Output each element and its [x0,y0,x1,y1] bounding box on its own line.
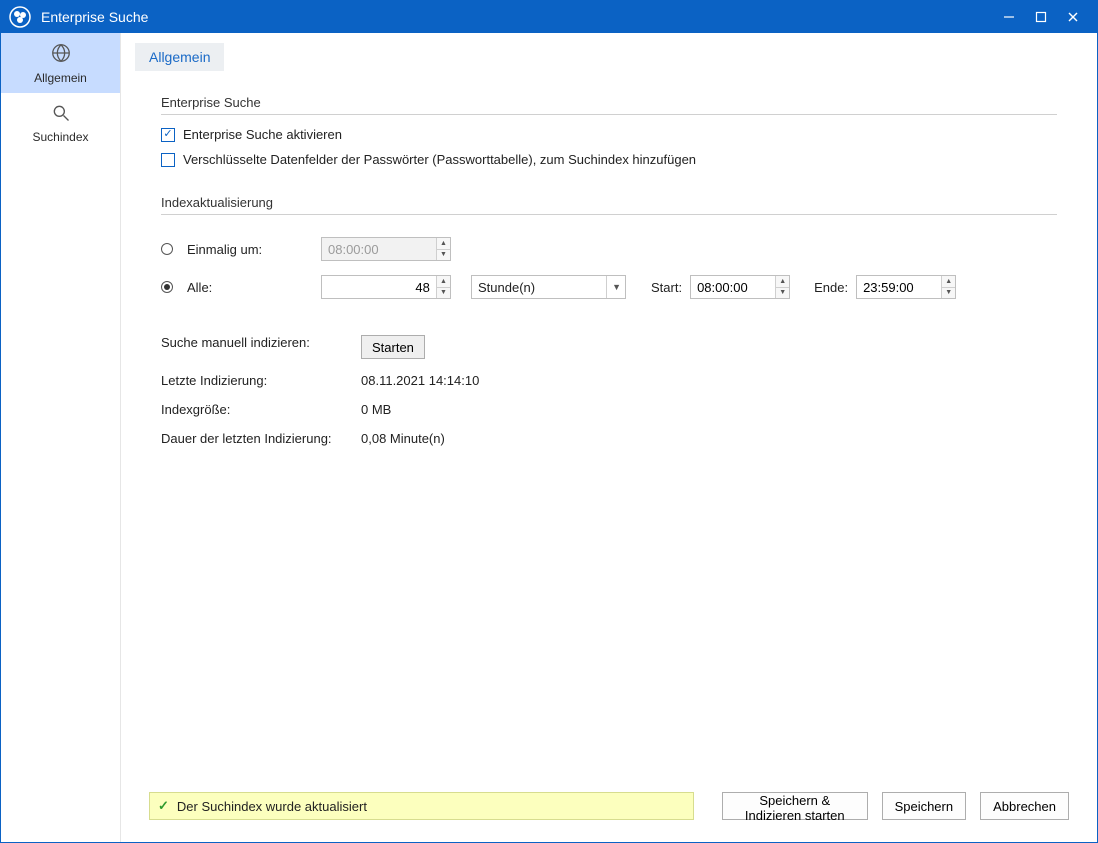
spinner-icon: ▲ ▼ [775,276,789,298]
globe-icon [50,42,72,67]
app-icon [9,6,31,28]
close-button[interactable] [1057,1,1089,33]
save-button[interactable]: Speichern [882,792,967,820]
maximize-button[interactable] [1025,1,1057,33]
tab-allgemein[interactable]: Allgemein [135,43,224,71]
sidebar: Allgemein Suchindex [1,33,121,842]
radio-einmalig-um[interactable] [161,243,173,255]
time-input-value[interactable] [857,276,941,298]
divider [161,114,1057,115]
spinner-icon: ▲ ▼ [941,276,955,298]
time-input-start[interactable]: ▲ ▼ [690,275,790,299]
checkbox-enterprise-suche-aktivieren[interactable] [161,128,175,142]
spin-down[interactable]: ▼ [942,288,955,299]
spin-down[interactable]: ▼ [437,250,450,261]
number-input-alle[interactable]: ▲ ▼ [321,275,451,299]
time-input-einmalig[interactable]: ▲ ▼ [321,237,451,261]
spin-up[interactable]: ▲ [437,276,450,288]
number-input-value[interactable] [322,276,436,298]
radio-alle[interactable] [161,281,173,293]
radio-label: Einmalig um: [187,242,262,257]
sidebar-item-suchindex[interactable]: Suchindex [1,93,120,153]
sidebar-item-label: Allgemein [34,71,87,85]
section-heading-enterprise-suche: Enterprise Suche [161,95,1057,110]
index-size-value: 0 MB [361,402,1057,417]
start-indexing-button[interactable]: Starten [361,335,425,359]
spinner-icon: ▲ ▼ [436,276,450,298]
title-bar: Enterprise Suche [1,1,1097,33]
time-input-value[interactable] [322,238,436,260]
checkbox-label: Enterprise Suche aktivieren [183,127,342,142]
select-value: Stunde(n) [478,280,606,295]
start-label: Start: [651,280,682,295]
spin-up[interactable]: ▲ [776,276,789,288]
index-duration-value: 0,08 Minute(n) [361,431,1057,446]
spin-down[interactable]: ▼ [437,288,450,299]
checkbox-label: Verschlüsselte Datenfelder der Passwörte… [183,152,696,167]
status-bar: ✓ Der Suchindex wurde aktualisiert [149,792,694,820]
cancel-button[interactable]: Abbrechen [980,792,1069,820]
section-heading-indexaktualisierung: Indexaktualisierung [161,195,1057,210]
last-index-value: 08.11.2021 14:14:10 [361,373,1057,388]
index-duration-label: Dauer der letzten Indizierung: [161,431,361,446]
spin-up[interactable]: ▲ [942,276,955,288]
status-message: Der Suchindex wurde aktualisiert [177,799,367,814]
check-icon: ✓ [158,798,169,814]
save-and-index-button[interactable]: Speichern & Indizieren starten [722,792,868,820]
last-index-label: Letzte Indizierung: [161,373,361,388]
spin-up[interactable]: ▲ [437,238,450,250]
checkbox-verschluesselte-datenfelder[interactable] [161,153,175,167]
radio-label: Alle: [187,280,212,295]
time-input-value[interactable] [691,276,775,298]
sidebar-item-allgemein[interactable]: Allgemein [1,33,120,93]
minimize-button[interactable] [993,1,1025,33]
spin-down[interactable]: ▼ [776,288,789,299]
end-label: Ende: [814,280,848,295]
spinner-icon: ▲ ▼ [436,238,450,260]
chevron-down-icon: ▼ [606,276,621,298]
select-unit[interactable]: Stunde(n) ▼ [471,275,626,299]
tab-strip: Allgemein [135,43,1083,71]
window-title: Enterprise Suche [41,9,148,25]
search-icon [51,103,71,126]
divider [161,214,1057,215]
sidebar-item-label: Suchindex [32,130,88,144]
index-size-label: Indexgröße: [161,402,361,417]
manual-index-label: Suche manuell indizieren: [161,335,361,359]
time-input-end[interactable]: ▲ ▼ [856,275,956,299]
